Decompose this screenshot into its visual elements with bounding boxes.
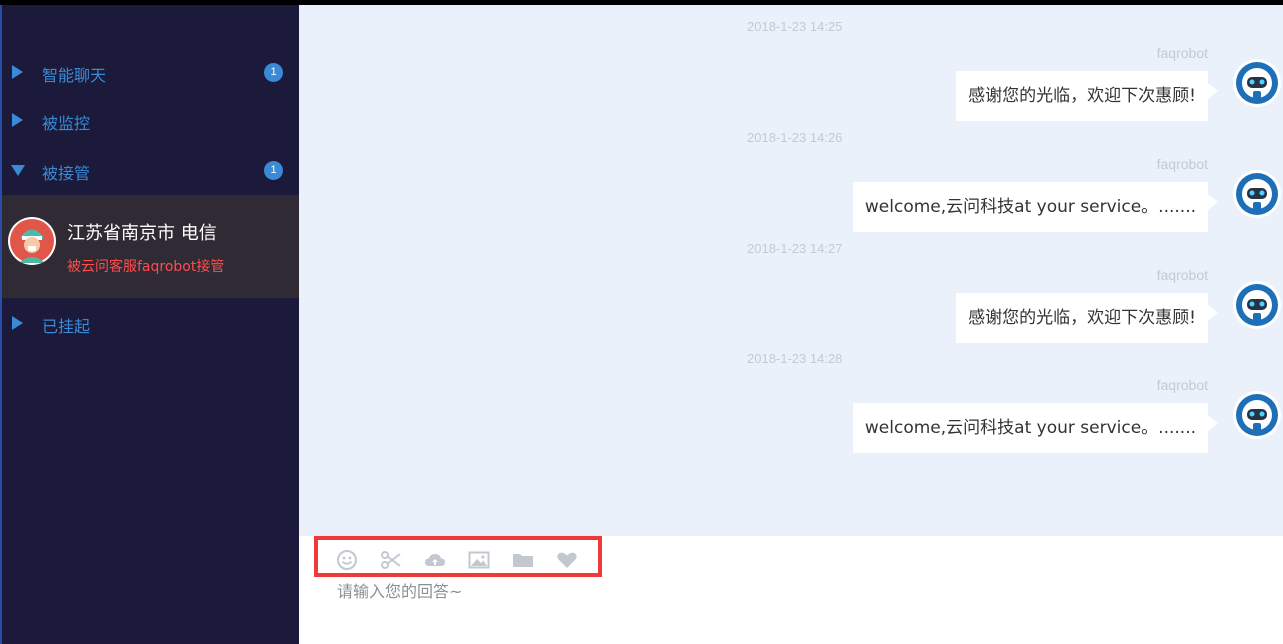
group-suspended[interactable]: 已挂起 (2, 308, 301, 338)
cloud-upload-icon[interactable] (424, 549, 446, 571)
count-badge: 1 (264, 161, 283, 180)
nurse-avatar-icon (8, 217, 56, 265)
folder-icon[interactable] (512, 549, 534, 571)
session-status: 被云问客服faqrobot接管 (67, 259, 225, 275)
session-name: 江苏省南京市 电信 (67, 223, 217, 244)
group-label: 被接管 (42, 164, 91, 183)
group-monitored[interactable]: 被监控 (2, 105, 301, 135)
robot-avatar-icon (1233, 281, 1281, 329)
message-sender: faqrobot (1156, 45, 1208, 61)
message-time: 2018-1-23 14:26 (747, 130, 843, 145)
message-bubble: 感谢您的光临，欢迎下次惠顾! (956, 71, 1218, 121)
message-sender: faqrobot (1156, 156, 1208, 172)
expand-arrow-icon (12, 113, 23, 127)
image-icon[interactable] (468, 549, 490, 571)
emoji-icon[interactable] (336, 549, 358, 571)
collapse-arrow-icon (11, 165, 25, 176)
scissors-icon[interactable] (380, 549, 402, 571)
robot-avatar-icon (1233, 391, 1281, 439)
chat-message: 2018-1-23 14:28 faqrobot welcome,云问科技at … (299, 351, 1283, 461)
expand-arrow-icon (12, 316, 23, 330)
group-taken-over[interactable]: 被接管 1 (2, 155, 301, 185)
robot-avatar-icon (1233, 59, 1281, 107)
message-bubble: welcome,云问科技at your service。....... (852, 403, 1219, 453)
reply-input-area[interactable]: 请输入您的回答~ (299, 536, 1283, 644)
group-label: 智能聊天 (42, 66, 107, 85)
chat-message: 2018-1-23 14:27 faqrobot 感谢您的光临，欢迎下次惠顾! (299, 241, 1283, 351)
message-time: 2018-1-23 14:28 (747, 351, 843, 366)
reply-input-placeholder[interactable]: 请输入您的回答~ (337, 578, 462, 602)
chat-message: 2018-1-23 14:25 faqrobot 感谢您的光临，欢迎下次惠顾! (299, 19, 1283, 129)
heart-icon[interactable] (556, 549, 578, 571)
message-sender: faqrobot (1156, 267, 1208, 283)
group-smart-chat[interactable]: 智能聊天 1 (2, 57, 301, 87)
message-bubble: welcome,云问科技at your service。....... (852, 182, 1219, 232)
robot-avatar-icon (1233, 170, 1281, 218)
group-label: 被监控 (42, 114, 91, 133)
chat-message: 2018-1-23 14:26 faqrobot welcome,云问科技at … (299, 130, 1283, 240)
count-badge: 1 (264, 63, 283, 82)
message-time: 2018-1-23 14:27 (747, 241, 843, 256)
message-time: 2018-1-23 14:25 (747, 19, 843, 34)
chat-message-area[interactable]: 2018-1-23 14:25 faqrobot 感谢您的光临，欢迎下次惠顾! … (299, 5, 1283, 536)
message-sender: faqrobot (1156, 377, 1208, 393)
message-bubble: 感谢您的光临，欢迎下次惠顾! (956, 293, 1218, 343)
session-item[interactable]: 江苏省南京市 电信 被云问客服faqrobot接管 (2, 195, 301, 298)
session-sidebar: 智能聊天 1 被监控 被接管 1 江苏省南京市 电信 被云问客服faqrobot… (0, 5, 301, 644)
expand-arrow-icon (12, 65, 23, 79)
group-label: 已挂起 (42, 317, 91, 336)
highlighted-toolbar (314, 536, 602, 577)
